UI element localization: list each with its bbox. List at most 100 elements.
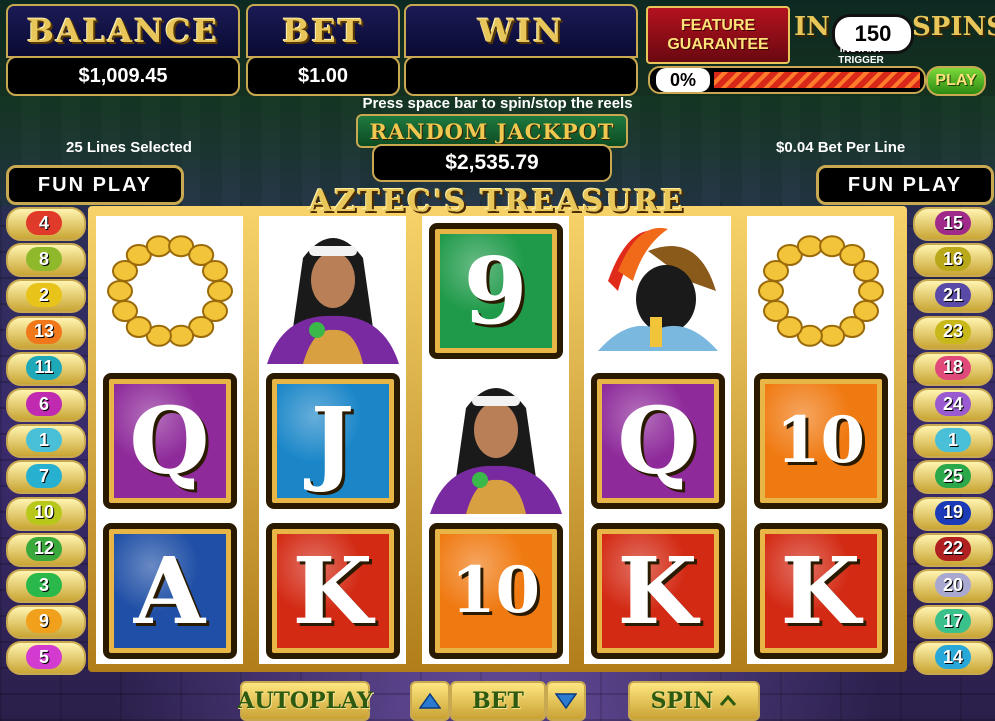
payline-number: 4 xyxy=(26,211,62,235)
feature-label-line1: FEATURE xyxy=(680,17,756,34)
bet-up-button[interactable] xyxy=(410,681,450,721)
reel-cell: Q xyxy=(96,366,243,515)
feature-play-button[interactable]: PLAY xyxy=(926,66,986,96)
bet-title: BET xyxy=(246,4,400,58)
symbol-Q: Q xyxy=(590,372,725,509)
payline-number: 17 xyxy=(935,609,971,634)
payline-number: 15 xyxy=(935,211,971,235)
reel-cell xyxy=(96,216,243,365)
spin-button[interactable]: SPIN xyxy=(628,681,760,721)
symbol-A: A xyxy=(102,522,237,659)
left-payline-button[interactable]: 1 xyxy=(6,424,86,459)
left-payline-button[interactable]: 11 xyxy=(6,351,86,386)
right-payline-button[interactable]: 16 xyxy=(913,243,993,278)
payline-number: 10 xyxy=(26,500,62,525)
right-payline-button[interactable]: 24 xyxy=(913,388,993,422)
left-payline-button[interactable]: 9 xyxy=(6,605,86,640)
spin-hint: Press space bar to spin/stop the reels xyxy=(362,95,633,112)
right-payline-button[interactable]: 17 xyxy=(913,605,993,640)
jackpot-value: $2,535.79 xyxy=(372,144,612,182)
symbol-10: 10 xyxy=(428,522,563,659)
left-payline-button[interactable]: 8 xyxy=(6,243,86,278)
payline-number: 2 xyxy=(26,283,62,308)
payline-number: 19 xyxy=(935,500,971,525)
feature-in-label: IN xyxy=(794,12,830,42)
left-payline-button[interactable]: 13 xyxy=(6,315,86,350)
left-payline-button[interactable]: 7 xyxy=(6,460,86,495)
necklace-icon xyxy=(751,221,891,361)
reel-cell xyxy=(422,366,569,515)
right-payline-button[interactable]: 21 xyxy=(913,279,993,314)
right-payline-button[interactable]: 14 xyxy=(913,641,993,676)
reel-cell xyxy=(259,216,406,365)
autoplay-button[interactable]: AUTOPLAY xyxy=(237,681,373,721)
payline-number: 9 xyxy=(26,609,62,634)
note-line1: INSTANT xyxy=(839,44,883,55)
reel-1: QA xyxy=(96,216,243,664)
right-payline-button[interactable]: 15 xyxy=(913,207,993,241)
random-jackpot: RANDOM JACKPOT $2,535.79 xyxy=(356,114,628,182)
left-payline-button[interactable]: 6 xyxy=(6,388,86,422)
right-payline-button[interactable]: 22 xyxy=(913,532,993,567)
reel-frame: Q A J K 9 10 Q K 10 K xyxy=(88,206,907,672)
right-payline-button[interactable]: 23 xyxy=(913,315,993,350)
right-payline-button[interactable]: 25 xyxy=(913,460,993,495)
bet-value: $1.00 xyxy=(246,56,400,96)
reel-cell: 9 xyxy=(422,216,569,365)
left-payline-button[interactable]: 10 xyxy=(6,496,86,531)
reel-cell: J xyxy=(259,366,406,515)
arrow-up-icon xyxy=(419,692,441,709)
game-title: AZTEC'S TREASURE xyxy=(308,184,686,219)
lines-selected: 25 Lines Selected xyxy=(66,139,192,156)
balance-value: $1,009.45 xyxy=(6,56,240,96)
payline-number: 12 xyxy=(26,536,62,561)
right-payline-button[interactable]: 1 xyxy=(913,424,993,459)
left-payline-button[interactable]: 2 xyxy=(6,279,86,314)
arrow-down-icon xyxy=(555,693,577,710)
payline-number: 11 xyxy=(26,355,62,380)
reel-cell: 10 xyxy=(422,516,569,665)
bet-down-button[interactable] xyxy=(546,681,586,721)
payline-number: 22 xyxy=(935,536,971,561)
bet-button[interactable]: BET xyxy=(450,681,546,721)
reel-cell: K xyxy=(747,516,894,665)
payline-number: 3 xyxy=(26,573,62,597)
win-value xyxy=(404,56,638,96)
trigger-progress-bar: 0% xyxy=(648,66,926,94)
left-payline-button[interactable]: 5 xyxy=(6,641,86,676)
symbol-K: K xyxy=(265,522,400,659)
right-payline-button[interactable]: 20 xyxy=(913,569,993,603)
right-payline-button[interactable]: 18 xyxy=(913,351,993,386)
feature-spins-label: SPINS xyxy=(912,12,995,42)
left-payline-button[interactable]: 3 xyxy=(6,569,86,603)
symbol-10: 10 xyxy=(753,372,888,509)
payline-number: 20 xyxy=(935,573,971,597)
win-meter: WIN xyxy=(404,4,638,96)
payline-number: 21 xyxy=(935,283,971,308)
symbol-9: 9 xyxy=(428,222,563,359)
left-payline-button[interactable]: 12 xyxy=(6,532,86,567)
jackpot-title: RANDOM JACKPOT xyxy=(356,114,628,148)
symbol-Q: Q xyxy=(102,372,237,509)
reel-5: 10 K xyxy=(747,216,894,664)
payline-number: 18 xyxy=(935,355,971,380)
bet-per-line: $0.04 Bet Per Line xyxy=(776,139,906,156)
reel-cell xyxy=(584,216,731,365)
payline-number: 16 xyxy=(935,247,971,272)
bet-meter: BET $1.00 xyxy=(246,4,400,96)
right-payline-button[interactable]: 19 xyxy=(913,496,993,531)
payline-number: 14 xyxy=(935,645,971,670)
left-payline-button[interactable]: 4 xyxy=(6,207,86,241)
feature-guarantee-badge: FEATURE GUARANTEE xyxy=(646,6,790,64)
payline-number: 8 xyxy=(26,247,62,272)
reel-cell: Q xyxy=(584,366,731,515)
reel-4: QK xyxy=(584,216,731,664)
fun-play-badge-left: FUN PLAY xyxy=(6,165,184,205)
payline-number: 1 xyxy=(935,428,971,453)
balance-meter: BALANCE $1,009.45 xyxy=(6,4,240,96)
payline-number: 6 xyxy=(26,392,62,416)
feature-guarantee-panel: FEATURE GUARANTEE IN 150 SPINS INSTANT T… xyxy=(646,4,995,96)
trigger-progress-value: 0% xyxy=(656,68,710,92)
progress-arrows xyxy=(714,72,920,88)
reel-cell xyxy=(747,216,894,365)
